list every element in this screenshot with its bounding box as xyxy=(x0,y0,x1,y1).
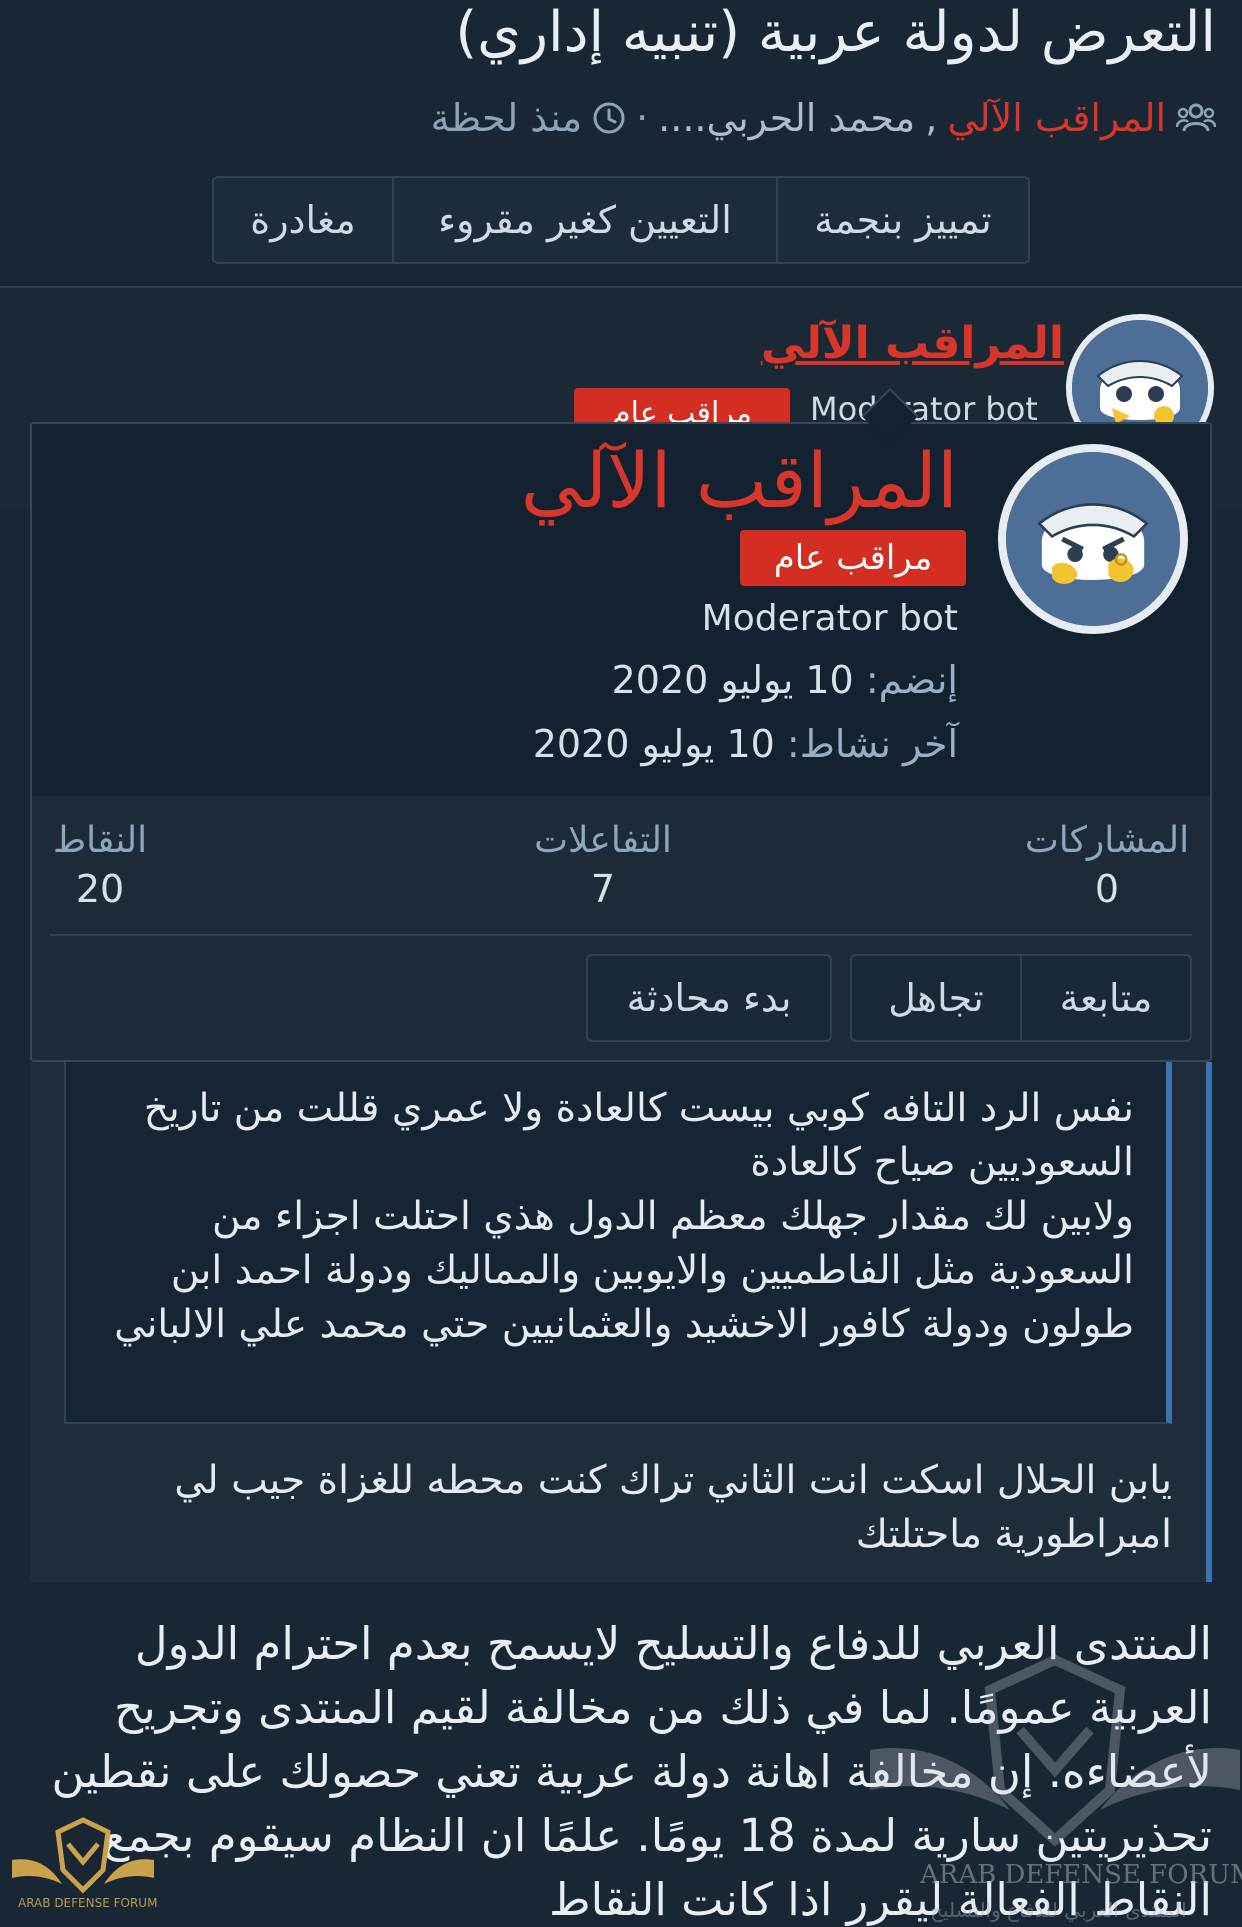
follow-ignore-group: متابعة تجاهل xyxy=(850,954,1192,1042)
member-card-user-title: Moderator bot xyxy=(701,598,958,639)
member-card-name[interactable]: المراقب الآلي xyxy=(521,436,958,525)
thread-meta: المراقب الآلي, محمد الحربي.... · منذ لحظ… xyxy=(431,96,1216,140)
mark-unread-button[interactable]: التعيين كغير مقروء xyxy=(392,178,776,262)
star-button[interactable]: تمييز بنجمة xyxy=(776,178,1028,262)
stat-points-label: النقاط xyxy=(52,820,148,861)
post-username[interactable]: المراقب الآلي xyxy=(761,318,1064,369)
reply-text: يابن الحلال اسكت انت الثاني تراك كنت محط… xyxy=(174,1458,1172,1557)
follow-button[interactable]: متابعة xyxy=(1020,956,1190,1040)
member-card-joined: إنضم: 10 يوليو 2020 xyxy=(612,658,958,702)
member-tooltip-card: المراقب الآلي مراقب عام Moderator bot إن… xyxy=(30,422,1212,1062)
stat-messages-label: المشاركات xyxy=(1024,820,1190,861)
forum-watermark-subtext: المنتدى العربي للدفاع والتسليح xyxy=(930,1898,1187,1922)
last-seen-value: 10 يوليو 2020 xyxy=(532,722,775,766)
quote-content: نفس الرد التافه كوبي بيست كالعادة ولا عم… xyxy=(114,1086,1134,1347)
stat-messages-value: 0 xyxy=(1094,867,1120,911)
stat-points-value: 20 xyxy=(75,867,125,911)
last-seen-label: آخر نشاط: xyxy=(786,722,958,766)
stat-reactions[interactable]: التفاعلات 7 xyxy=(518,820,688,911)
forum-watermark-text: ARAB DEFENSE FORUM xyxy=(920,1860,1242,1890)
users-icon xyxy=(1176,101,1216,135)
joined-value: 10 يوليو 2020 xyxy=(611,658,854,702)
joined-label: إنضم: xyxy=(865,658,958,702)
thread-actions: تمييز بنجمة التعيين كغير مقروء مغادرة xyxy=(212,176,1030,264)
stat-reactions-value: 7 xyxy=(590,867,616,911)
start-conversation-button[interactable]: بدء محادثة xyxy=(586,954,832,1042)
thread-title: التعرض لدولة عربية (تنبيه إداري) xyxy=(455,0,1216,65)
forum-logo-text: ARAB DEFENSE FORUM xyxy=(18,1896,158,1910)
member-card-avatar[interactable] xyxy=(998,444,1188,634)
quote-text: نفس الرد التافه كوبي بيست كالعادة ولا عم… xyxy=(94,1082,1134,1352)
thread-starter-link[interactable]: المراقب الآلي xyxy=(947,96,1166,140)
participant-link[interactable]: محمد الحربي.... xyxy=(658,96,915,140)
member-card-last-seen: آخر نشاط: 10 يوليو 2020 xyxy=(533,722,958,766)
member-card-badge: مراقب عام xyxy=(740,530,966,586)
stat-messages[interactable]: المشاركات 0 xyxy=(1022,820,1192,911)
clock-icon xyxy=(592,101,626,135)
stat-reactions-label: التفاعلات xyxy=(534,820,672,861)
thread-time: منذ لحظة xyxy=(430,96,583,140)
ignore-button[interactable]: تجاهل xyxy=(852,956,1020,1040)
leave-button[interactable]: مغادرة xyxy=(214,178,392,262)
meta-separator: · xyxy=(636,96,649,140)
stat-points[interactable]: النقاط 20 xyxy=(50,820,150,911)
member-card-divider xyxy=(50,934,1192,936)
